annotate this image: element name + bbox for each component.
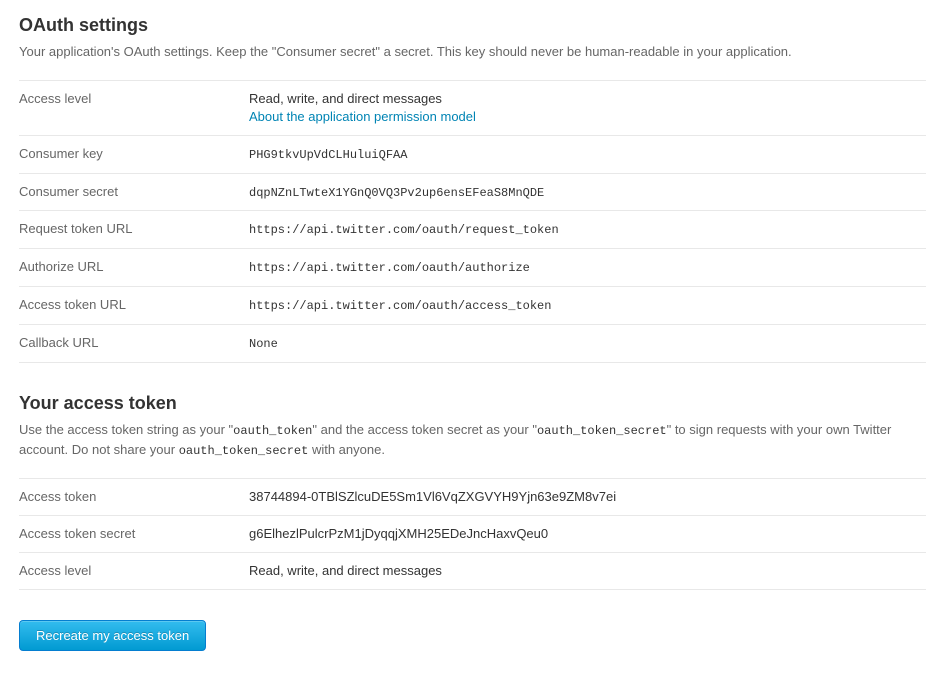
request-token-url-label: Request token URL [19, 211, 249, 249]
access-token-url-label: Access token URL [19, 287, 249, 325]
oauth-settings-title: OAuth settings [19, 15, 926, 36]
desc-code: oauth_token_secret [179, 444, 309, 458]
table-row: Access token 38744894-0TBlSZlcuDE5Sm1Vl6… [19, 478, 926, 515]
authorize-url-value: https://api.twitter.com/oauth/authorize [249, 249, 926, 287]
desc-text: " and the access token secret as your " [312, 422, 537, 437]
consumer-key-value: PHG9tkvUpVdCLHuluiQFAA [249, 135, 926, 173]
table-row: Request token URL https://api.twitter.co… [19, 211, 926, 249]
table-row: Access level Read, write, and direct mes… [19, 553, 926, 590]
consumer-secret-value: dqpNZnLTwteX1YGnQ0VQ3Pv2up6ensEFeaS8MnQD… [249, 173, 926, 211]
access-token-title: Your access token [19, 393, 926, 414]
access-level-text: Read, write, and direct messages [249, 91, 442, 106]
access-token-secret-label: Access token secret [19, 515, 249, 552]
access-token-description: Use the access token string as your "oau… [19, 420, 926, 460]
token-access-level-label: Access level [19, 553, 249, 590]
access-token-table: Access token 38744894-0TBlSZlcuDE5Sm1Vl6… [19, 478, 926, 591]
access-level-label: Access level [19, 80, 249, 135]
permission-model-link[interactable]: About the application permission model [249, 109, 476, 124]
request-token-url-value: https://api.twitter.com/oauth/request_to… [249, 211, 926, 249]
consumer-secret-text: dqpNZnLTwteX1YGnQ0VQ3Pv2up6ensEFeaS8MnQD… [249, 186, 544, 200]
access-token-value: 38744894-0TBlSZlcuDE5Sm1Vl6VqZXGVYH9Yjn6… [249, 478, 926, 515]
token-access-level-value: Read, write, and direct messages [249, 553, 926, 590]
access-token-url-value: https://api.twitter.com/oauth/access_tok… [249, 287, 926, 325]
desc-text: Use the access token string as your " [19, 422, 233, 437]
authorize-url-label: Authorize URL [19, 249, 249, 287]
consumer-secret-label: Consumer secret [19, 173, 249, 211]
table-row: Access token URL https://api.twitter.com… [19, 287, 926, 325]
access-token-url-text: https://api.twitter.com/oauth/access_tok… [249, 299, 551, 313]
desc-text: with anyone. [308, 442, 385, 457]
oauth-settings-section: OAuth settings Your application's OAuth … [19, 15, 926, 363]
callback-url-label: Callback URL [19, 324, 249, 362]
table-row: Authorize URL https://api.twitter.com/oa… [19, 249, 926, 287]
recreate-access-token-button[interactable]: Recreate my access token [19, 620, 206, 651]
access-token-label: Access token [19, 478, 249, 515]
desc-code: oauth_token [233, 424, 312, 438]
table-row: Callback URL None [19, 324, 926, 362]
access-token-secret-value: g6ElhezlPulcrPzM1jDyqqjXMH25EDeJncHaxvQe… [249, 515, 926, 552]
access-level-value: Read, write, and direct messages About t… [249, 80, 926, 135]
table-row: Access level Read, write, and direct mes… [19, 80, 926, 135]
callback-url-value: None [249, 324, 926, 362]
table-row: Access token secret g6ElhezlPulcrPzM1jDy… [19, 515, 926, 552]
callback-url-text: None [249, 337, 278, 351]
oauth-settings-table: Access level Read, write, and direct mes… [19, 80, 926, 363]
oauth-settings-description: Your application's OAuth settings. Keep … [19, 42, 926, 62]
table-row: Consumer key PHG9tkvUpVdCLHuluiQFAA [19, 135, 926, 173]
desc-code: oauth_token_secret [537, 424, 667, 438]
access-token-section: Your access token Use the access token s… [19, 393, 926, 652]
consumer-key-label: Consumer key [19, 135, 249, 173]
authorize-url-text: https://api.twitter.com/oauth/authorize [249, 261, 530, 275]
consumer-key-text: PHG9tkvUpVdCLHuluiQFAA [249, 148, 407, 162]
request-token-url-text: https://api.twitter.com/oauth/request_to… [249, 223, 559, 237]
table-row: Consumer secret dqpNZnLTwteX1YGnQ0VQ3Pv2… [19, 173, 926, 211]
